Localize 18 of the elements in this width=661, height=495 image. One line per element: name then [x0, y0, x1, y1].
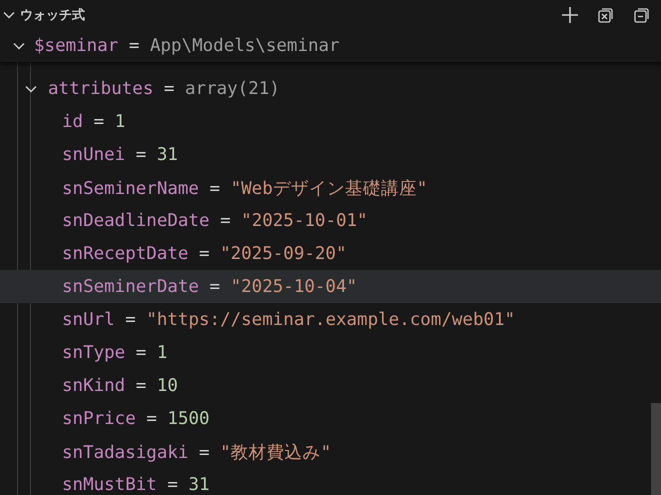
add-expression-button[interactable]	[559, 4, 581, 26]
variable-entry[interactable]: snReceptDate = "2025-09-20"	[62, 244, 347, 264]
variable-entry[interactable]: snSeminerName = "Webデザイン基礎講座"	[62, 176, 428, 200]
variable-entry[interactable]: snSeminerDate = "2025-10-04"	[62, 276, 358, 296]
variable-entry[interactable]: snTadasigaki = "教材費込み"	[62, 440, 332, 464]
variable-entry[interactable]: snUnei = 31	[62, 144, 178, 164]
variable-entry[interactable]: id = 1	[62, 112, 126, 132]
variable-entry[interactable]: snType = 1	[62, 342, 168, 362]
panel-title: ウォッチ式	[20, 7, 86, 24]
selected-row[interactable]: snSeminerDate = "2025-10-04"	[0, 270, 661, 303]
variable-entry[interactable]: snKind = 10	[62, 376, 178, 396]
scrollbar-thumb[interactable]	[651, 403, 661, 495]
variable-entry[interactable]: snDeadlineDate = "2025-10-01"	[62, 210, 368, 230]
variable-entry[interactable]: snMustBit = 31	[62, 474, 210, 494]
variable-entry[interactable]: attributes = array(21)	[48, 78, 280, 98]
watch-expression[interactable]: $seminar = App\Models\seminar	[34, 36, 340, 56]
variable-entry[interactable]: snPrice = 1500	[62, 408, 210, 428]
variable-entry[interactable]: snUrl = "https://seminar.example.com/web01"	[62, 310, 516, 330]
